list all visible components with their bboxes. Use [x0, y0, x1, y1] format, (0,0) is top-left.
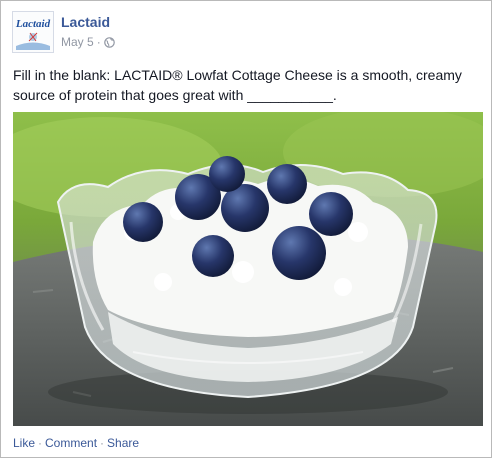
action-separator: ·	[100, 436, 105, 450]
lactaid-logo: Lactaid	[13, 12, 53, 52]
meta-separator: ·	[96, 35, 101, 49]
post-date[interactable]: May 5	[61, 35, 94, 49]
share-link[interactable]: Share	[107, 436, 139, 450]
svg-text:Lactaid: Lactaid	[15, 18, 51, 30]
comment-link[interactable]: Comment	[45, 436, 97, 450]
page-name-link[interactable]: Lactaid	[61, 14, 110, 30]
post-meta: May 5 ·	[61, 35, 115, 49]
globe-icon[interactable]	[103, 36, 115, 48]
post-header: Lactaid Lactaid May 5 ·	[12, 11, 472, 55]
facebook-post: Lactaid Lactaid May 5 · Fill in the blan…	[0, 0, 492, 458]
page-avatar[interactable]: Lactaid	[12, 11, 54, 53]
post-message: Fill in the blank: LACTAID® Lowfat Cotta…	[13, 67, 462, 103]
post-actions: Like · Comment · Share	[13, 436, 139, 450]
action-separator: ·	[38, 436, 43, 450]
like-link[interactable]: Like	[13, 436, 35, 450]
post-photo[interactable]	[13, 112, 483, 426]
